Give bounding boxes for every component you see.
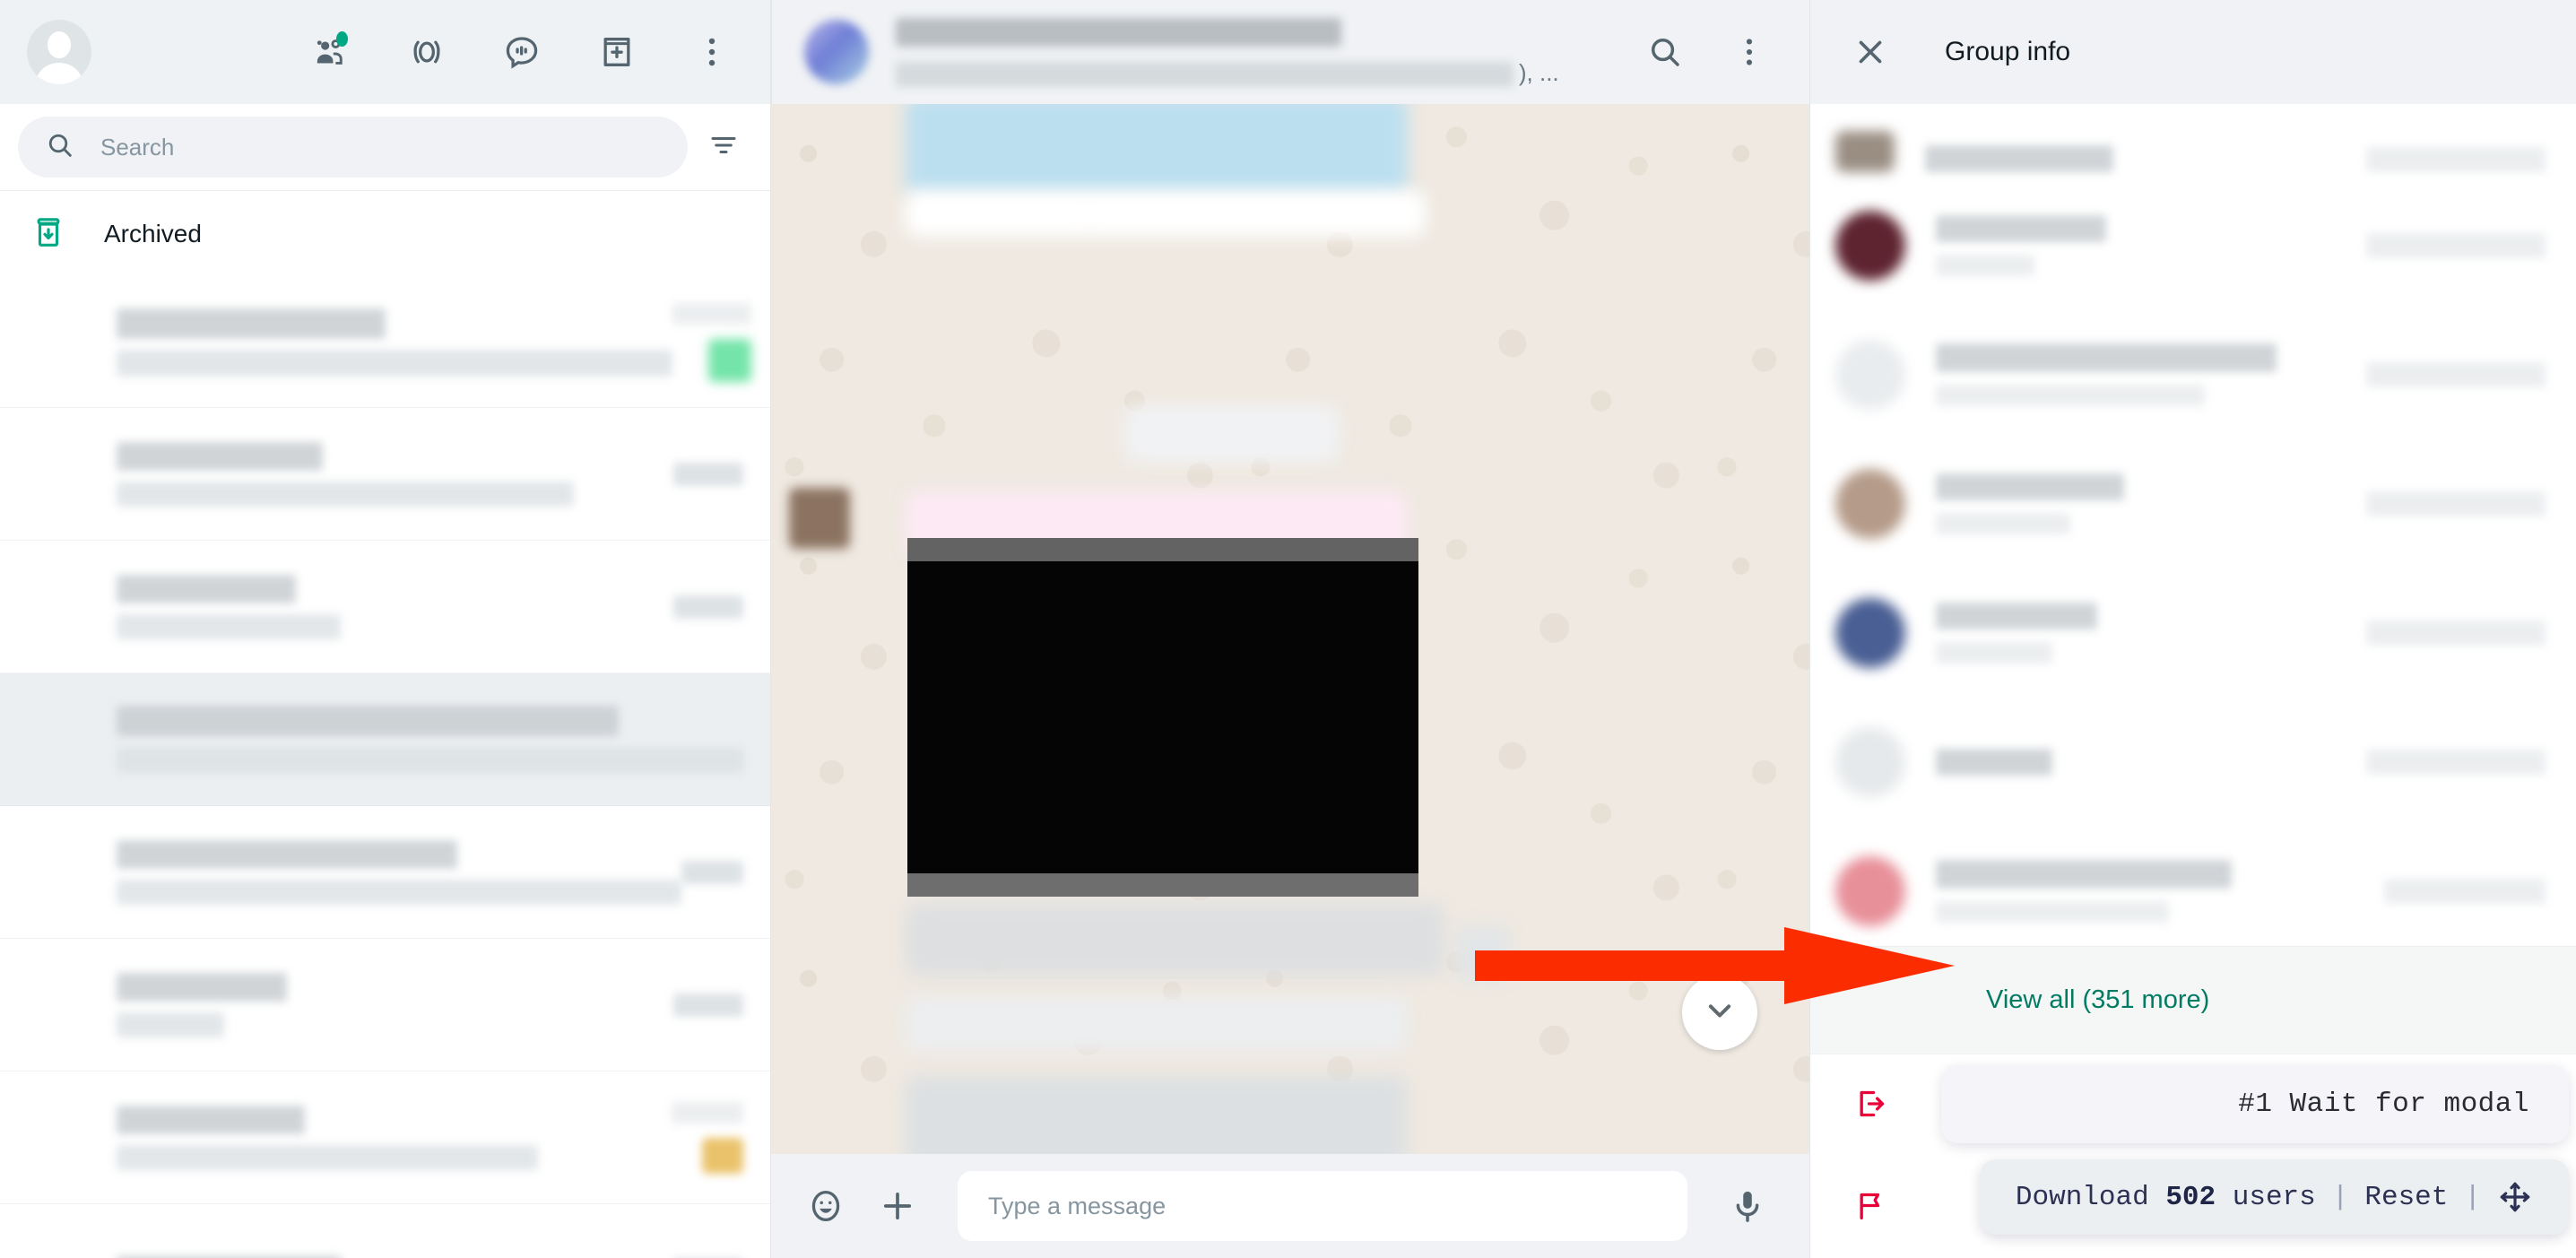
- report-icon: [1853, 1188, 1889, 1228]
- communities-badge-dot: [336, 31, 348, 47]
- chat-list-item[interactable]: [0, 673, 770, 806]
- message-bubble[interactable]: [1454, 925, 1510, 981]
- download-suffix: users: [2216, 1181, 2316, 1213]
- emoji-icon[interactable]: [802, 1182, 850, 1230]
- chat-list-item[interactable]: [0, 1204, 770, 1258]
- group-members-tail: ), ...: [1518, 58, 1559, 86]
- chat-list[interactable]: [0, 277, 770, 1258]
- member-row[interactable]: [1810, 181, 2576, 310]
- group-info-header: Group info: [1810, 0, 2576, 104]
- chat-timestamp: [673, 594, 743, 619]
- unread-badge: [702, 1137, 743, 1174]
- media-attachment-thumbnail[interactable]: [907, 538, 1418, 897]
- profile-avatar[interactable]: [27, 20, 91, 84]
- group-info-title: Group info: [1945, 37, 2071, 66]
- sender-thumbnail: [789, 488, 850, 549]
- chat-list-item[interactable]: [0, 277, 770, 408]
- archived-label: Archived: [104, 220, 202, 247]
- plus-icon[interactable]: [873, 1182, 922, 1230]
- search-icon[interactable]: [1641, 28, 1689, 76]
- search-bar-container: Search: [0, 104, 770, 190]
- conversation-header-icons: [1641, 28, 1774, 76]
- member-row[interactable]: [1810, 827, 2576, 946]
- chat-list-item[interactable]: [0, 1071, 770, 1204]
- search-placeholder: Search: [100, 133, 175, 161]
- download-users-button[interactable]: Download 502 users: [2016, 1182, 2316, 1213]
- chat-list-item[interactable]: [0, 541, 770, 673]
- sidebar-item-archived[interactable]: Archived: [0, 191, 770, 277]
- menu-icon[interactable]: [1725, 28, 1774, 76]
- reset-button[interactable]: Reset: [2364, 1182, 2448, 1213]
- microphone-icon[interactable]: [1723, 1182, 1772, 1230]
- unread-badge: [708, 338, 751, 382]
- group-members-list[interactable]: [1810, 104, 2576, 946]
- search-input[interactable]: Search: [18, 117, 688, 178]
- message-input-placeholder: Type a message: [988, 1192, 1167, 1219]
- message-input[interactable]: Type a message: [958, 1171, 1687, 1241]
- message-bubble[interactable]: [906, 997, 1408, 1051]
- member-row[interactable]: [1810, 104, 2576, 181]
- separator-2: |: [2464, 1181, 2481, 1213]
- chat-timestamp: [673, 462, 743, 486]
- sidebar-header: [0, 0, 770, 104]
- member-row[interactable]: [1810, 310, 2576, 439]
- whatsapp-web-app: Search Archived), ... Type a message Gr…: [0, 0, 2576, 1258]
- member-row[interactable]: [1810, 698, 2576, 827]
- message-bubble[interactable]: [906, 104, 1408, 195]
- automation-overlay-widget: #1 Wait for modal Download 502 users | R…: [1941, 1065, 2569, 1235]
- conversation-panel: ), ... Type a message: [771, 0, 1809, 1258]
- archive-box-icon: [30, 214, 66, 255]
- chat-list-item[interactable]: [0, 806, 770, 939]
- group-members-redacted: [896, 61, 1514, 87]
- conversation-header[interactable]: ), ...: [771, 0, 1809, 104]
- menu-icon[interactable]: [688, 28, 736, 76]
- channels-icon[interactable]: [498, 28, 546, 76]
- member-row[interactable]: [1810, 568, 2576, 698]
- separator-1: |: [2331, 1181, 2349, 1213]
- exit-group-icon: [1853, 1086, 1889, 1126]
- download-count: 502: [2165, 1181, 2216, 1213]
- filter-icon[interactable]: [700, 129, 747, 166]
- message-bubble[interactable]: [906, 190, 1426, 237]
- chat-list-item[interactable]: [0, 408, 770, 541]
- chat-timestamp: [673, 993, 743, 1017]
- message-bubble[interactable]: [906, 1076, 1408, 1154]
- chat-timestamp: [681, 860, 743, 884]
- view-all-label: View all (351 more): [1986, 985, 2210, 1014]
- member-row[interactable]: [1810, 439, 2576, 568]
- group-avatar[interactable]: [804, 20, 869, 84]
- message-area[interactable]: [771, 104, 1809, 1154]
- close-icon[interactable]: [1846, 28, 1895, 76]
- status-icon[interactable]: [403, 28, 451, 76]
- chat-list-item[interactable]: [0, 939, 770, 1071]
- communities-icon[interactable]: [308, 28, 356, 76]
- automation-status-text: #1 Wait for modal: [2238, 1089, 2529, 1120]
- message-composer: Type a message: [771, 1154, 1809, 1258]
- sidebar-header-icons: [308, 28, 736, 76]
- chat-list-sidebar: Search Archived: [0, 0, 771, 1258]
- search-icon: [45, 130, 75, 165]
- download-prefix: Download: [2015, 1181, 2166, 1213]
- message-bubble[interactable]: [906, 904, 1444, 976]
- automation-action-card: Download 502 users | Reset |: [1979, 1159, 2569, 1235]
- view-all-members-link[interactable]: View all (351 more): [1810, 946, 2576, 1054]
- scroll-to-bottom-button[interactable]: [1682, 975, 1757, 1050]
- automation-status-card: #1 Wait for modal: [1941, 1065, 2569, 1143]
- group-name-redacted: [896, 17, 1341, 47]
- conversation-title-block: ), ...: [896, 17, 1614, 87]
- chevron-down-icon: [1700, 991, 1739, 1035]
- message-bubble[interactable]: [1124, 405, 1340, 463]
- group-info-panel: Group info View all (351 more) #1 Wait f…: [1809, 0, 2576, 1258]
- move-handle-icon[interactable]: [2497, 1179, 2533, 1215]
- new-chat-icon[interactable]: [593, 28, 641, 76]
